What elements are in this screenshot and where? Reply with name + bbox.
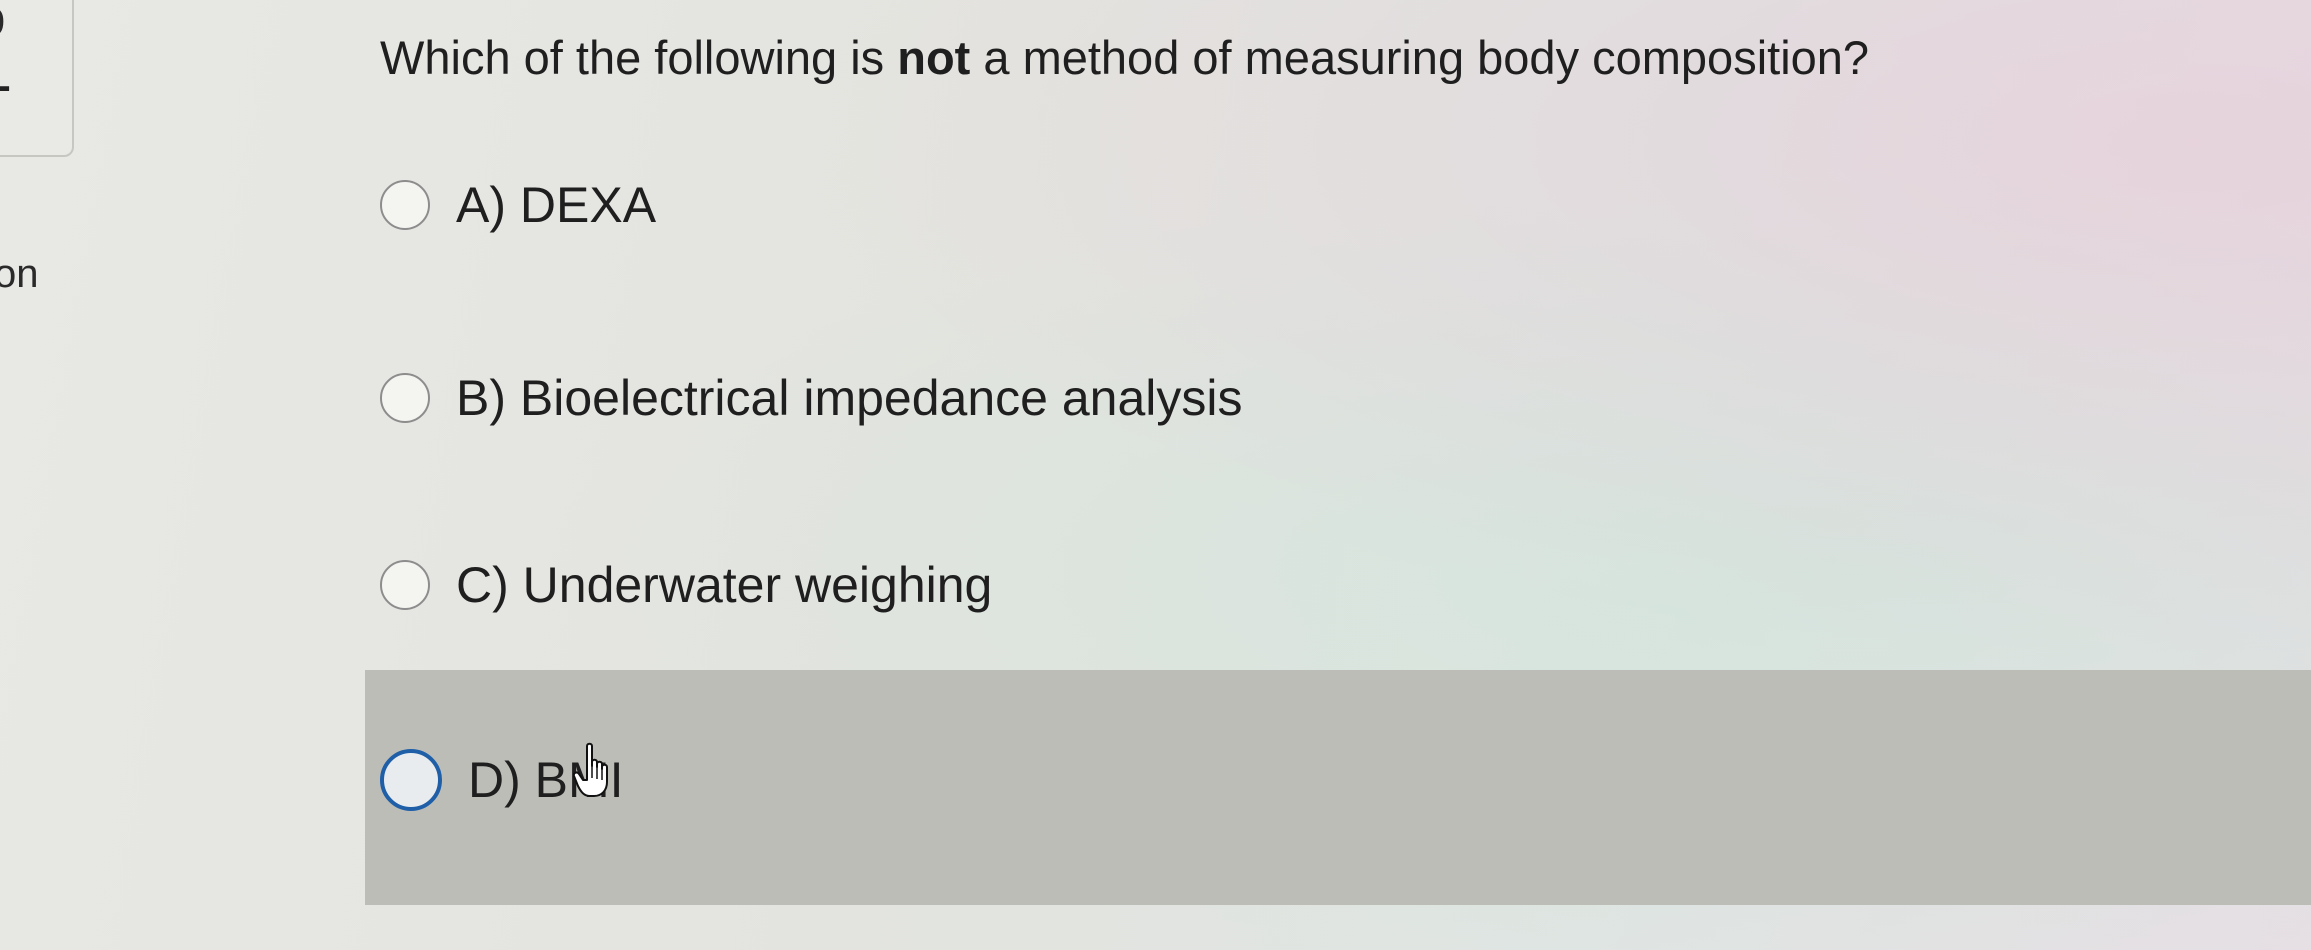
answer-option-c[interactable]: C) Underwater weighing [380, 545, 992, 625]
quiz-screen: 9 -- on Which of the following is not a … [0, 0, 2311, 950]
answer-label-c: C) Underwater weighing [456, 557, 993, 613]
answer-option-b[interactable]: B) Bioelectrical impedance analysis [380, 358, 1242, 438]
question-text-end: a method of measuring body composition? [970, 31, 1870, 84]
hand-pointer-icon [573, 742, 608, 797]
hovered-option-background[interactable] [365, 670, 2311, 905]
answer-option-a[interactable]: A) DEXA [380, 165, 656, 245]
question-text-start: Which of the following is [380, 31, 898, 84]
answer-label-b: B) Bioelectrical impedance analysis [456, 370, 1243, 426]
question-number: 9 [0, 2, 5, 45]
radio-button-b[interactable] [380, 373, 430, 423]
question-status-dashes: -- [0, 64, 13, 109]
radio-button-a[interactable] [380, 180, 430, 230]
answer-label-a: A) DEXA [456, 177, 657, 233]
question-text-emphasis: not [897, 31, 971, 84]
radio-button-d[interactable] [380, 749, 442, 811]
question-text: Which of the following is not a method o… [380, 30, 1869, 85]
radio-button-c[interactable] [380, 560, 430, 610]
sidebar-partial-label: on [0, 252, 39, 296]
question-nav-card[interactable]: 9 -- [0, 0, 74, 157]
